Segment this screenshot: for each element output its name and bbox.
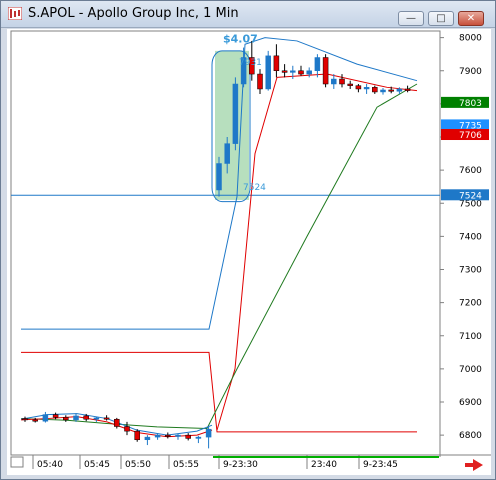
- candle-body: [331, 78, 337, 85]
- session-bar: [213, 456, 439, 458]
- candle-body: [52, 414, 59, 418]
- candle-body: [380, 89, 386, 93]
- y-tick-label: 6900: [459, 398, 482, 408]
- candle-body: [314, 57, 321, 71]
- price-chart[interactable]: 8000790078007700760075007400730072007100…: [7, 29, 491, 475]
- candle-body: [124, 426, 130, 432]
- window-title: S.APOL - Apollo Group Inc, 1 Min: [28, 6, 239, 21]
- candle-body: [93, 417, 100, 420]
- y-tick-label: 8000: [459, 34, 482, 44]
- candle-body: [388, 89, 394, 92]
- scroll-right-icon[interactable]: [465, 459, 483, 471]
- candle-body: [232, 83, 239, 144]
- candle-body: [22, 418, 28, 421]
- price-label-text: 7803: [459, 99, 482, 109]
- high-price-label: 7931: [239, 58, 262, 68]
- x-axis-scroll-box[interactable]: [10, 456, 24, 468]
- x-tick-label: 9-23:45: [363, 460, 398, 470]
- candle-body: [257, 73, 263, 90]
- close-button[interactable]: ✕: [458, 11, 484, 26]
- candle-body: [372, 87, 378, 93]
- candle-body: [185, 434, 191, 439]
- minimize-button[interactable]: —: [398, 11, 424, 26]
- chart-app-icon: [8, 7, 22, 20]
- candle-body: [322, 57, 329, 85]
- candle-body: [42, 414, 49, 422]
- chart-window: S.APOL - Apollo Group Inc, 1 Min — □ ✕ 8…: [0, 0, 496, 480]
- candle-body: [363, 87, 370, 90]
- price-label-text: 7706: [459, 131, 482, 141]
- candle-body: [103, 417, 110, 420]
- chart-area[interactable]: 8000790078007700760075007400730072007100…: [7, 29, 491, 475]
- maximize-icon: □: [436, 13, 446, 24]
- x-tick-label: 23:40: [311, 460, 337, 470]
- candle-body: [205, 428, 212, 438]
- candle-body: [175, 434, 181, 437]
- maximize-button[interactable]: □: [428, 11, 454, 26]
- y-tick-label: 6800: [459, 431, 482, 441]
- candle-body: [404, 88, 411, 91]
- candle-body: [224, 143, 230, 164]
- candle-body: [114, 418, 120, 427]
- move-amount-label: $4.07: [223, 33, 258, 46]
- x-tick-label: 05:40: [37, 460, 63, 470]
- candle-body: [339, 78, 345, 85]
- candle-body: [298, 70, 304, 75]
- candle-body: [134, 430, 140, 441]
- candle-body: [347, 83, 353, 86]
- candle-body: [355, 85, 362, 90]
- candle-body: [195, 436, 202, 439]
- y-tick-label: 7100: [459, 332, 482, 342]
- close-icon: ✕: [466, 13, 476, 24]
- x-tick-label: 05:45: [84, 460, 110, 470]
- y-tick-label: 7200: [459, 299, 482, 309]
- candle-body: [83, 415, 89, 420]
- candle-body: [144, 436, 151, 441]
- candle-body: [306, 70, 312, 75]
- x-tick-label: 9-23:30: [223, 460, 258, 470]
- x-tick-label: 05:55: [173, 460, 199, 470]
- candle-body: [281, 70, 288, 73]
- candle-body: [265, 55, 271, 90]
- y-tick-label: 7900: [459, 67, 482, 77]
- candle-body: [290, 70, 296, 73]
- y-tick-label: 7400: [459, 232, 482, 242]
- price-label-text: 7524: [459, 191, 482, 201]
- candle-body: [154, 434, 161, 438]
- candle-body: [63, 416, 69, 421]
- y-tick-label: 7300: [459, 266, 482, 276]
- low-price-label: 7524: [243, 183, 266, 193]
- candle-body: [32, 419, 38, 422]
- y-tick-label: 7000: [459, 365, 482, 375]
- title-bar[interactable]: S.APOL - Apollo Group Inc, 1 Min — □ ✕: [1, 1, 495, 28]
- minimize-icon: —: [406, 13, 416, 24]
- candle-body: [396, 88, 403, 92]
- candle-body: [165, 434, 171, 437]
- series-line-red-step: [21, 351, 417, 433]
- candle-body: [216, 163, 222, 191]
- candle-body: [73, 415, 79, 421]
- x-tick-label: 05:50: [125, 460, 151, 470]
- candle-body: [273, 55, 280, 71]
- y-tick-label: 7600: [459, 166, 482, 176]
